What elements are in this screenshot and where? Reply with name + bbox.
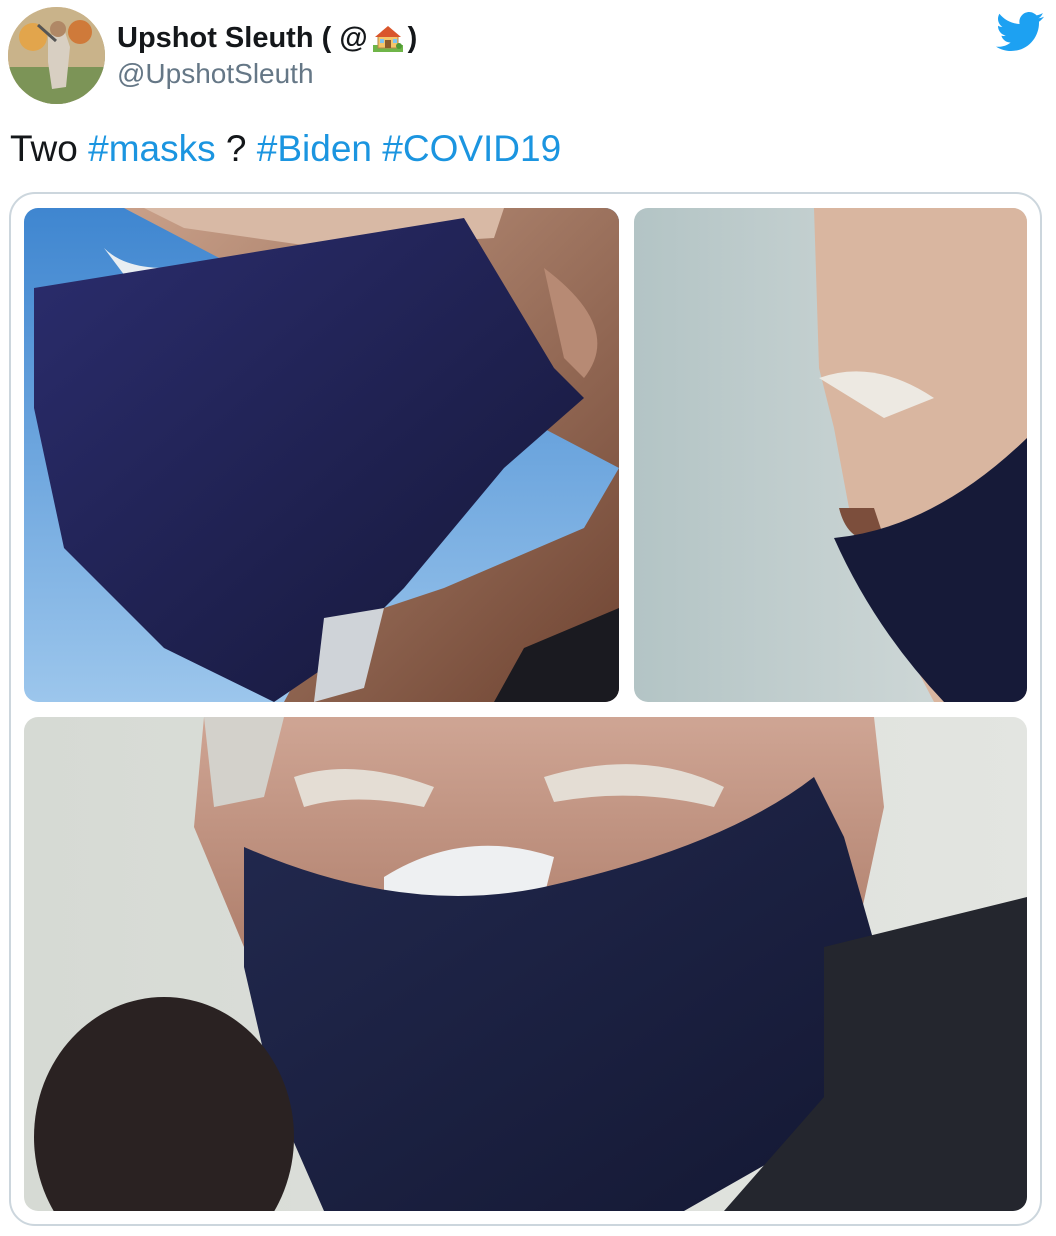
photo-masks-profile-right[interactable] [634, 208, 1027, 702]
photo-image [24, 208, 619, 702]
tweet-text-plain: ? [215, 128, 257, 169]
avatar[interactable] [8, 7, 105, 104]
photo-masks-closeup-left[interactable] [24, 208, 619, 702]
photo-image [24, 717, 1027, 1211]
tweet-text-plain [372, 128, 382, 169]
hashtag-covid19-link[interactable]: #COVID19 [382, 128, 561, 169]
house-with-garden-icon [372, 26, 403, 52]
display-name[interactable]: Upshot Sleuth ( @ ) [117, 18, 417, 58]
photo-masks-front-bottom[interactable] [24, 717, 1027, 1211]
avatar-image [8, 7, 105, 104]
display-name-prefix: Upshot Sleuth ( @ [117, 21, 368, 54]
tweet-text-plain: Two [10, 128, 89, 169]
photo-image [634, 208, 1027, 702]
hashtag-biden-link[interactable]: #Biden [257, 128, 372, 169]
user-handle[interactable]: @UpshotSleuth [117, 58, 314, 90]
twitter-bird-icon[interactable] [996, 12, 1044, 52]
hashtag-masks-link[interactable]: #masks [88, 128, 215, 169]
display-name-suffix: ) [407, 21, 418, 54]
tweet-text: Two #masks ? #Biden #COVID19 [10, 127, 561, 171]
